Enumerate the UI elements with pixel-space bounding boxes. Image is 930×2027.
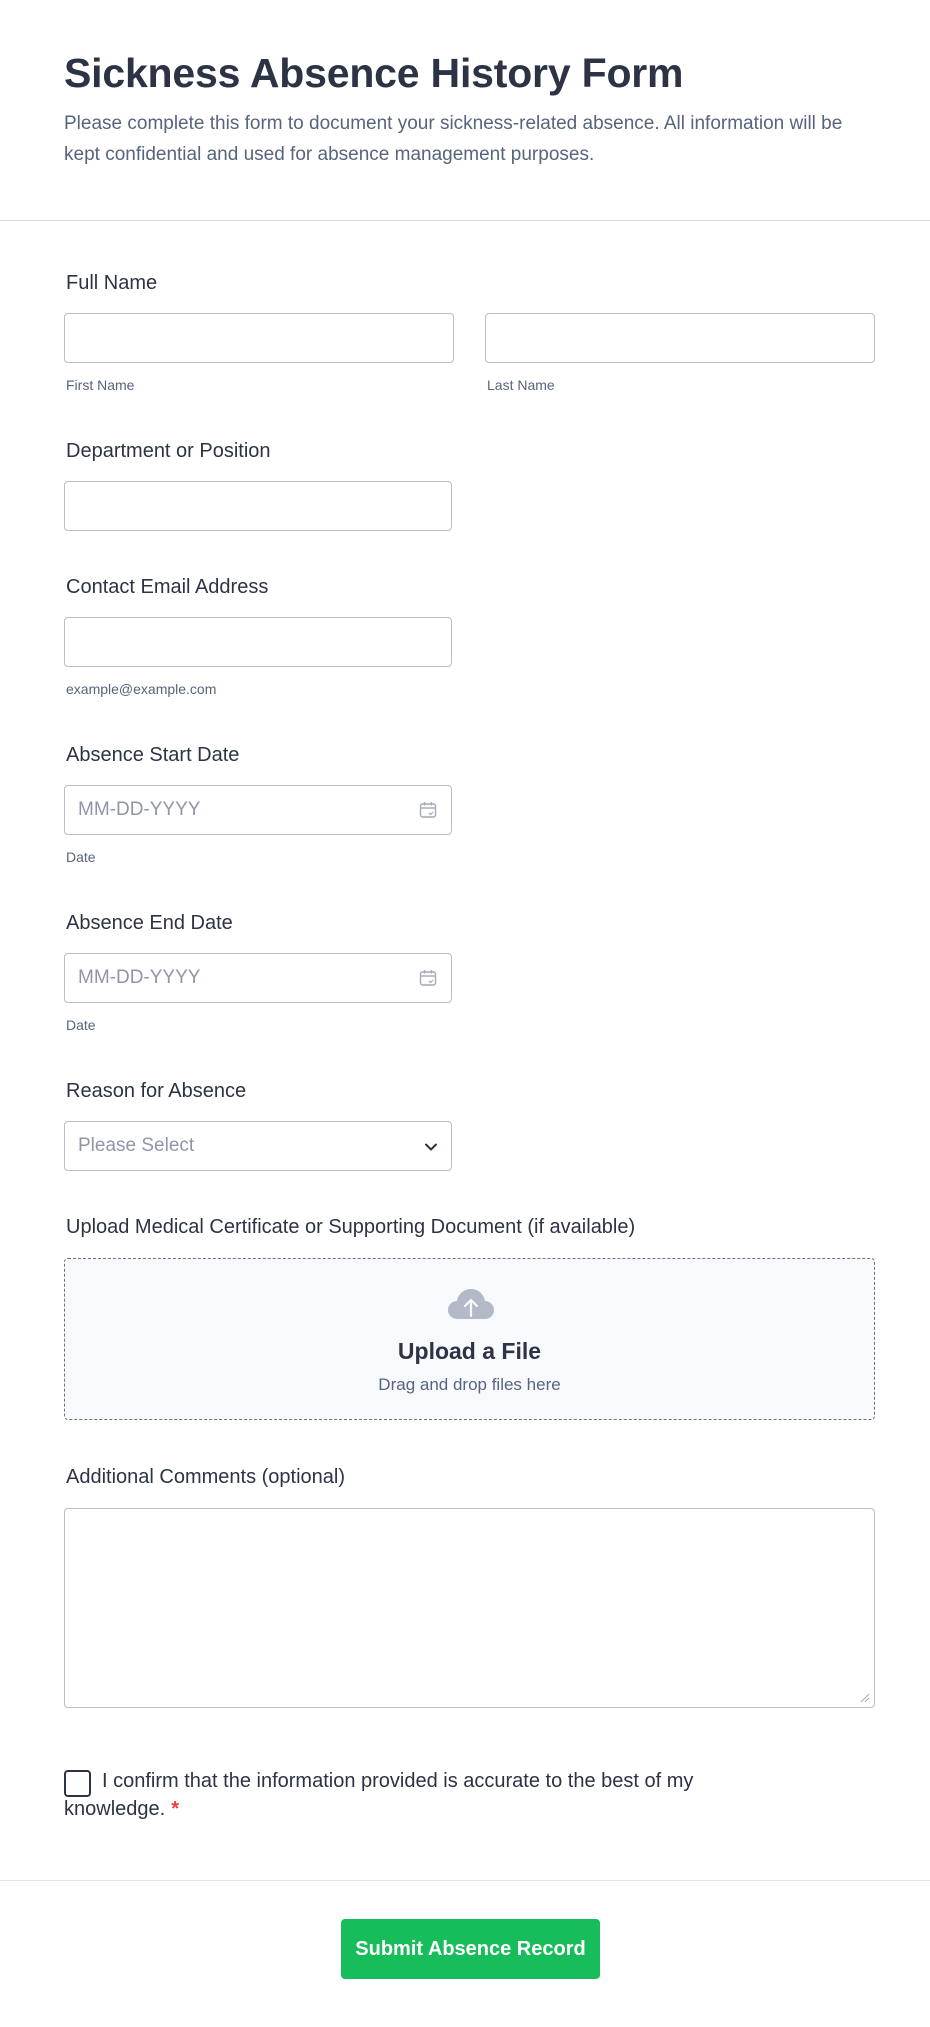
calendar-icon[interactable] [419, 969, 437, 987]
last-name-sublabel: Last Name [487, 377, 555, 393]
email-label: Contact Email Address [66, 576, 269, 598]
end-date-placeholder: MM-DD-YYYY [78, 967, 201, 988]
form-title: Sickness Absence History Form [64, 50, 684, 96]
comments-label: Additional Comments (optional) [66, 1466, 346, 1488]
calendar-icon[interactable] [419, 801, 437, 819]
form-header: Sickness Absence History Form Please com… [0, 0, 930, 221]
last-name-input[interactable] [485, 313, 875, 363]
consent-label: I confirm that the information provided … [64, 1767, 764, 1823]
submit-button[interactable]: Submit Absence Record [341, 1919, 600, 1979]
upload-subtitle: Drag and drop files here [378, 1375, 561, 1394]
email-input[interactable] [64, 617, 452, 667]
first-name-input[interactable] [64, 313, 454, 363]
start-date-placeholder: MM-DD-YYYY [78, 799, 201, 820]
resize-handle-icon[interactable] [860, 1693, 870, 1703]
upload-label: Upload Medical Certificate or Supporting… [66, 1216, 636, 1238]
full-name-label: Full Name [66, 272, 158, 294]
file-upload-dropzone[interactable]: Upload a File Drag and drop files here [64, 1258, 875, 1420]
start-date-input[interactable]: MM-DD-YYYY [64, 785, 452, 835]
department-input[interactable] [64, 481, 452, 531]
comments-textarea[interactable] [64, 1508, 875, 1708]
end-date-sublabel: Date [66, 1017, 96, 1033]
first-name-sublabel: First Name [66, 377, 135, 393]
end-date-label: Absence End Date [66, 912, 233, 934]
reason-selected-value: Please Select [78, 1135, 195, 1156]
end-date-input[interactable]: MM-DD-YYYY [64, 953, 452, 1003]
email-sublabel: example@example.com [66, 681, 217, 697]
chevron-down-icon [425, 1143, 437, 1151]
required-marker: * [171, 1798, 179, 1820]
upload-title: Upload a File [397, 1338, 542, 1364]
department-label: Department or Position [66, 440, 271, 462]
footer-divider [0, 1880, 930, 1881]
start-date-label: Absence Start Date [66, 744, 240, 766]
start-date-sublabel: Date [66, 849, 96, 865]
form-subtitle: Please complete this form to document yo… [64, 113, 843, 165]
reason-label: Reason for Absence [66, 1080, 247, 1102]
consent-text: I confirm that the information provided … [64, 1770, 694, 1820]
reason-select[interactable]: Please Select [64, 1121, 452, 1171]
cloud-upload-icon [448, 1289, 494, 1319]
